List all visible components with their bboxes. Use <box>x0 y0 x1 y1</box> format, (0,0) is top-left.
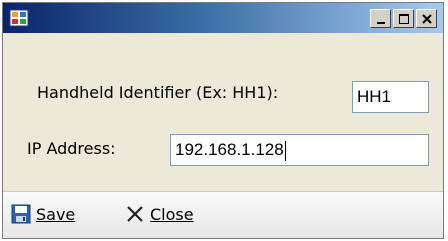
ip-address-label: IP Address: <box>27 139 116 158</box>
title-bar[interactable] <box>3 3 443 33</box>
close-icon <box>421 13 432 24</box>
dialog-window: Handheld Identifier (Ex: HH1): HH1 IP Ad… <box>2 2 444 239</box>
maximize-button[interactable] <box>393 9 414 28</box>
minimize-icon <box>376 21 385 24</box>
handheld-identifier-input[interactable]: HH1 <box>352 81 429 113</box>
handheld-identifier-label: Handheld Identifier (Ex: HH1): <box>37 83 279 102</box>
app-icon <box>9 8 29 28</box>
title-bar-buttons <box>370 9 437 28</box>
text-caret <box>284 140 286 161</box>
floppy-disk-icon <box>11 204 31 224</box>
minimize-button[interactable] <box>370 9 391 28</box>
close-label: Close <box>150 204 194 224</box>
maximize-icon <box>398 13 409 24</box>
save-label: Save <box>36 204 76 224</box>
close-window-button[interactable] <box>416 9 437 28</box>
ip-address-input[interactable]: 192.168.1.128 <box>170 134 429 166</box>
ip-address-value: 192.168.1.128 <box>175 140 284 159</box>
close-x-icon <box>125 204 145 224</box>
handheld-identifier-value: HH1 <box>357 87 392 106</box>
save-button[interactable]: Save <box>11 204 75 224</box>
close-button[interactable]: Close <box>125 204 194 224</box>
toolbar: Save Close <box>3 191 443 238</box>
